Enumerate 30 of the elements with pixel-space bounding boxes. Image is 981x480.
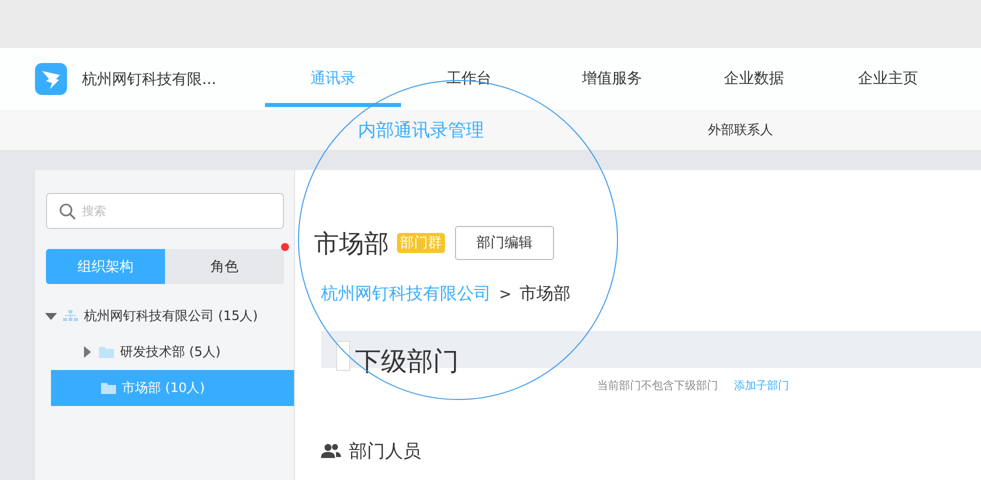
company-name: 杭州网钉科技有限... <box>82 70 216 88</box>
people-icon <box>321 443 341 459</box>
caret-right-icon[interactable] <box>81 346 93 358</box>
sidebar-tab[interactable]: 角色 <box>165 249 284 284</box>
nav-tab[interactable]: 增值服务 <box>537 49 687 107</box>
tree-item[interactable]: 杭州网钉科技有限公司 (15人) <box>35 298 294 334</box>
edit-department-button[interactable]: 部门编辑 <box>455 226 554 260</box>
section-title: 部门人员 <box>349 440 421 463</box>
org-chart-icon <box>63 310 78 322</box>
search-icon <box>59 202 76 220</box>
folder-icon <box>99 346 114 358</box>
nav-tab[interactable]: 企业数据 <box>687 49 821 107</box>
tree-item-label: 杭州网钉科技有限公司 (15人) <box>84 308 258 325</box>
tree-item-label: 研发技术部 (5人) <box>120 344 221 361</box>
folder-icon <box>101 382 116 394</box>
search-input[interactable]: 搜索 <box>80 203 254 219</box>
empty-message: 当前部门不包含下级部门 <box>597 378 718 393</box>
caret-down-icon[interactable] <box>45 310 57 322</box>
nav-tab[interactable]: 企业主页 <box>821 49 955 107</box>
tree-item-label: 市场部 (10人) <box>122 380 205 397</box>
app-logo-icon <box>35 63 67 95</box>
breadcrumb-separator: > <box>499 284 512 302</box>
search-field[interactable]: 搜索 <box>46 193 284 229</box>
group-tag: 部门群 <box>397 233 445 253</box>
subnav-tab[interactable]: 外部联系人 <box>708 121 773 139</box>
department-icon <box>336 341 350 371</box>
breadcrumb-current: 市场部 <box>520 283 571 305</box>
tree-item[interactable]: 研发技术部 (5人) <box>35 334 294 370</box>
section-title: 下级部门 <box>355 346 459 379</box>
department-title: 市场部 <box>314 228 389 260</box>
